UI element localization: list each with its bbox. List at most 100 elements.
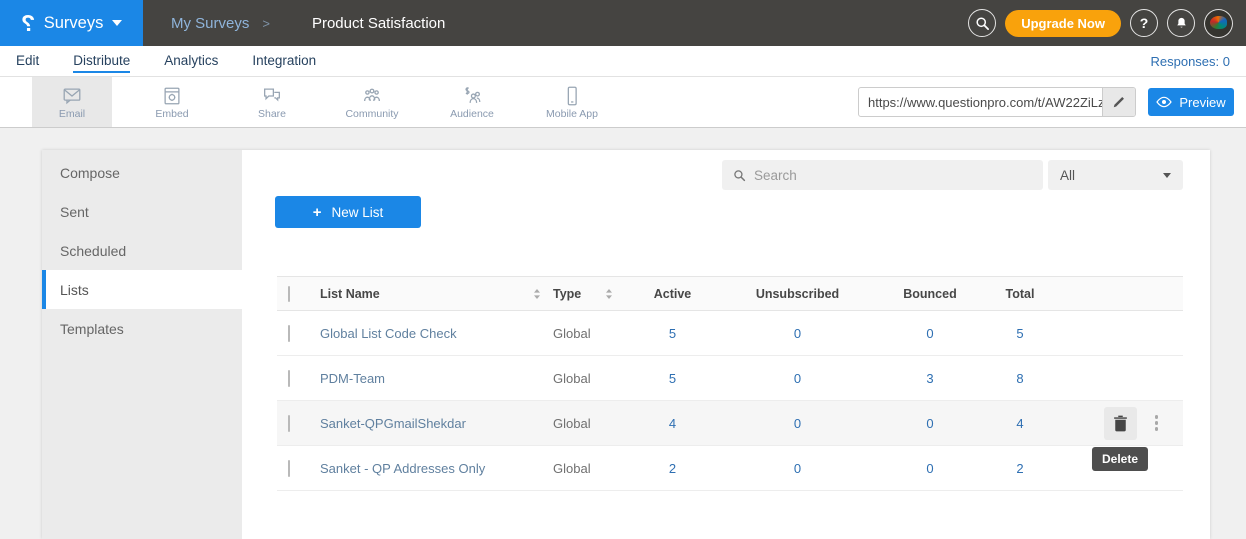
channel-embed[interactable]: Embed (132, 77, 212, 127)
row-checkbox[interactable] (288, 415, 290, 432)
active-count[interactable]: 4 (625, 416, 720, 431)
list-type-filter[interactable]: All (1048, 160, 1183, 190)
sidebar-item-scheduled[interactable]: Scheduled (42, 231, 242, 270)
channel-email[interactable]: Email (32, 77, 112, 127)
tab-distribute[interactable]: Distribute (73, 49, 130, 73)
community-icon (361, 85, 383, 107)
select-all-checkbox[interactable] (288, 286, 290, 302)
table-header: List Name Type Active Unsubscribed Bounc… (277, 276, 1183, 311)
responses-count[interactable]: Responses: 0 (1151, 54, 1231, 69)
row-checkbox[interactable] (288, 460, 290, 477)
breadcrumb-separator: > (262, 16, 270, 31)
search-button[interactable] (968, 9, 996, 37)
total-count[interactable]: 2 (985, 461, 1055, 476)
active-count[interactable]: 5 (625, 326, 720, 341)
row-checkbox[interactable] (288, 325, 290, 342)
chevron-down-icon (1163, 173, 1171, 178)
upgrade-now-button[interactable]: Upgrade Now (1005, 10, 1121, 37)
delete-tooltip: Delete (1092, 447, 1148, 471)
channel-share-label: Share (258, 108, 286, 120)
notifications-button[interactable] (1167, 9, 1195, 37)
channel-community-label: Community (345, 108, 398, 120)
tab-analytics[interactable]: Analytics (164, 49, 218, 73)
search-row: All (722, 160, 1183, 190)
tab-edit[interactable]: Edit (16, 49, 39, 73)
column-unsubscribed: Unsubscribed (720, 287, 875, 301)
row-checkbox[interactable] (288, 370, 290, 387)
preview-label: Preview (1179, 95, 1225, 110)
unsubscribed-count[interactable]: 0 (720, 371, 875, 386)
sort-icon[interactable] (533, 288, 541, 300)
share-icon (261, 85, 283, 107)
list-type: Global (545, 416, 625, 431)
active-count[interactable]: 2 (625, 461, 720, 476)
sidebar-item-sent[interactable]: Sent (42, 192, 242, 231)
tab-integration[interactable]: Integration (252, 49, 316, 73)
column-list-name[interactable]: List Name (320, 287, 545, 301)
product-switcher[interactable]: ? Surveys (0, 0, 143, 46)
upgrade-now-label: Upgrade Now (1021, 16, 1105, 31)
channel-mobile-app[interactable]: Mobile App (532, 77, 612, 127)
list-name-link[interactable]: PDM-Team (320, 371, 545, 386)
channel-email-label: Email (59, 108, 85, 120)
channel-audience[interactable]: Audience (432, 77, 512, 127)
breadcrumb-my-surveys[interactable]: My Surveys (171, 15, 249, 32)
column-type-label: Type (553, 287, 581, 301)
preview-button[interactable]: Preview (1148, 88, 1234, 116)
sidebar-item-compose[interactable]: Compose (42, 153, 242, 192)
top-bar: ? Surveys My Surveys > Product Satisfact… (0, 0, 1246, 46)
channel-list: Email Embed Share Co (32, 77, 632, 127)
new-list-button[interactable]: + New List (275, 196, 421, 228)
eye-icon (1156, 96, 1172, 108)
email-lists-panel: Compose Sent Scheduled Lists Templates A… (42, 150, 1210, 539)
distribute-toolbar: Email Embed Share Co (0, 77, 1246, 128)
list-name-link[interactable]: Sanket - QP Addresses Only (320, 461, 545, 476)
list-type: Global (545, 461, 625, 476)
bounced-count[interactable]: 0 (875, 461, 985, 476)
total-count[interactable]: 8 (985, 371, 1055, 386)
topbar-actions: Upgrade Now ? (968, 9, 1233, 38)
total-count[interactable]: 4 (985, 416, 1055, 431)
channel-community[interactable]: Community (332, 77, 412, 127)
page-content: Compose Sent Scheduled Lists Templates A… (0, 128, 1246, 539)
unsubscribed-count[interactable]: 0 (720, 416, 875, 431)
channel-share[interactable]: Share (232, 77, 312, 127)
avatar-image (1210, 16, 1227, 29)
delete-list-button[interactable]: Delete (1104, 407, 1137, 440)
unsubscribed-count[interactable]: 0 (720, 461, 875, 476)
channel-audience-label: Audience (450, 108, 494, 120)
edit-url-button[interactable] (1102, 88, 1135, 116)
sidebar-item-templates[interactable]: Templates (42, 309, 242, 348)
survey-url-field: https://www.questionpro.com/t/AW22ZiLz6 (858, 87, 1136, 117)
table-row: Sanket - QP Addresses Only Global 2 0 0 … (277, 446, 1183, 491)
search-input[interactable] (754, 168, 1043, 183)
active-count[interactable]: 5 (625, 371, 720, 386)
survey-url-value[interactable]: https://www.questionpro.com/t/AW22ZiLz6 (859, 88, 1102, 116)
app-name: Surveys (44, 14, 104, 33)
row-menu-button[interactable] (1150, 410, 1164, 436)
mobile-app-icon (561, 85, 583, 107)
embed-icon (161, 85, 183, 107)
trash-icon (1113, 415, 1128, 432)
user-avatar[interactable] (1204, 9, 1233, 38)
list-name-link[interactable]: Sanket-QPGmailShekdar (320, 416, 545, 431)
help-button[interactable]: ? (1130, 9, 1158, 37)
lists-main: All + New List List Name (242, 150, 1210, 539)
channel-embed-label: Embed (155, 108, 188, 120)
bounced-count[interactable]: 3 (875, 371, 985, 386)
bounced-count[interactable]: 0 (875, 416, 985, 431)
email-icon (61, 85, 83, 107)
sidebar-item-lists[interactable]: Lists (42, 270, 242, 309)
bounced-count[interactable]: 0 (875, 326, 985, 341)
email-sidebar: Compose Sent Scheduled Lists Templates (42, 150, 242, 539)
breadcrumb: My Surveys > Product Satisfaction (171, 15, 445, 32)
sort-icon[interactable] (605, 288, 613, 300)
total-count[interactable]: 5 (985, 326, 1055, 341)
channel-mobile-app-label: Mobile App (546, 108, 598, 120)
list-name-link[interactable]: Global List Code Check (320, 326, 545, 341)
unsubscribed-count[interactable]: 0 (720, 326, 875, 341)
column-type[interactable]: Type (545, 287, 625, 301)
column-active: Active (625, 287, 720, 301)
pencil-icon (1112, 95, 1126, 109)
search-icon (733, 169, 746, 182)
